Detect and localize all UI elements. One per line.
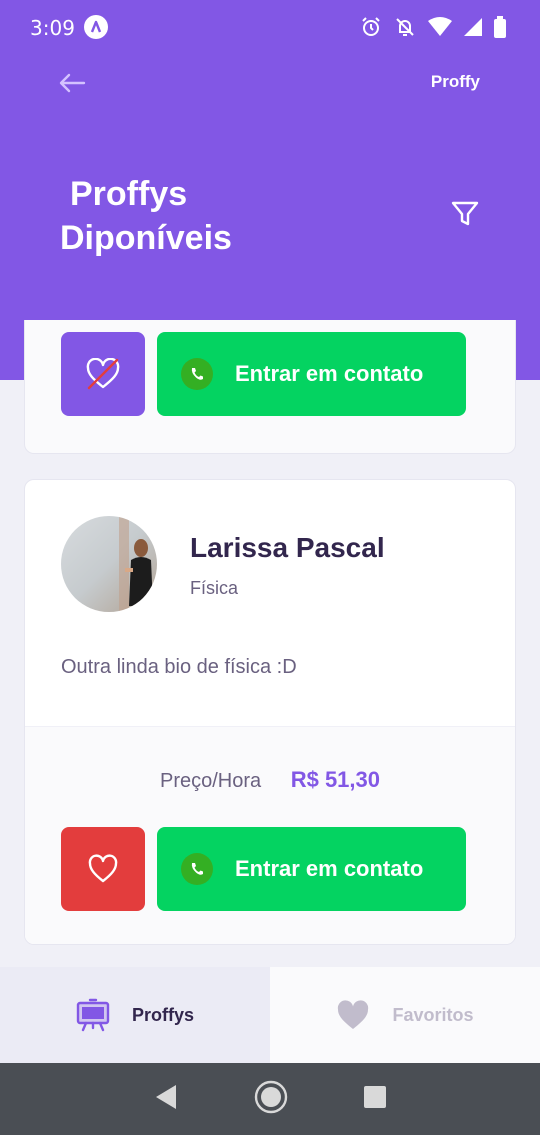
price-row: Preço/Hora R$ 51,30 <box>25 767 515 793</box>
page-title-line2: Diponíveis <box>60 219 232 257</box>
teacher-card: Entrar em contato <box>24 320 516 454</box>
tab-favoritos[interactable]: Favoritos <box>270 967 540 1063</box>
price-label: Preço/Hora <box>159 770 262 792</box>
signal-icon <box>464 18 482 41</box>
heart-outline-icon <box>88 854 118 883</box>
favorite-button[interactable] <box>61 827 145 911</box>
status-time: 3:09 <box>30 16 75 40</box>
contact-button-label: Entrar em contato <box>235 361 424 386</box>
alarm-icon <box>360 16 382 43</box>
page-title-line1: Proffys <box>70 175 188 213</box>
back-button[interactable] <box>54 68 94 98</box>
notifications-off-icon <box>394 16 416 43</box>
status-bar: 3:09 <box>0 0 540 56</box>
unfavorite-button[interactable] <box>61 332 145 416</box>
system-navigation-bar <box>0 1063 540 1135</box>
teacher-bio: Outra linda bio de física :D <box>61 656 297 678</box>
proffy-logo: Proffy <box>430 72 480 91</box>
filter-button[interactable] <box>450 199 480 229</box>
arrow-left-icon <box>59 73 86 93</box>
battery-icon <box>494 16 506 43</box>
contact-button[interactable]: Entrar em contato <box>157 827 466 911</box>
tab-proffys-label: Proffys <box>131 1004 194 1025</box>
heart-outline-crossed-icon <box>86 358 120 390</box>
contact-button-label: Entrar em contato <box>235 856 424 881</box>
tab-proffys[interactable]: Proffys <box>0 967 270 1063</box>
easel-icon <box>76 998 110 1032</box>
teacher-name: Larissa Pascal <box>190 532 385 563</box>
teacher-subject: Física <box>190 578 239 598</box>
tab-favoritos-label: Favoritos <box>392 1004 474 1025</box>
bottom-tab-bar: Proffys Favoritos <box>0 967 540 1063</box>
whatsapp-icon <box>181 358 213 390</box>
back-nav-icon[interactable] <box>154 1084 178 1115</box>
heart-icon <box>336 1000 370 1030</box>
teacher-card: Larissa Pascal Física Outra linda bio de… <box>24 479 516 945</box>
wifi-icon <box>428 17 452 42</box>
price-value: R$ 51,30 <box>290 767 380 792</box>
status-icons <box>360 16 506 43</box>
app-notification-icon <box>84 15 108 39</box>
page-title: Proffys Diponíveis <box>60 172 232 260</box>
home-nav-icon[interactable] <box>254 1080 288 1119</box>
contact-button[interactable]: Entrar em contato <box>157 332 466 416</box>
card-footer: Preço/Hora R$ 51,30 Entrar em contato <box>25 726 515 944</box>
recents-nav-icon[interactable] <box>364 1085 386 1113</box>
filter-icon <box>451 201 479 226</box>
avatar <box>61 516 157 612</box>
whatsapp-icon <box>181 853 213 885</box>
